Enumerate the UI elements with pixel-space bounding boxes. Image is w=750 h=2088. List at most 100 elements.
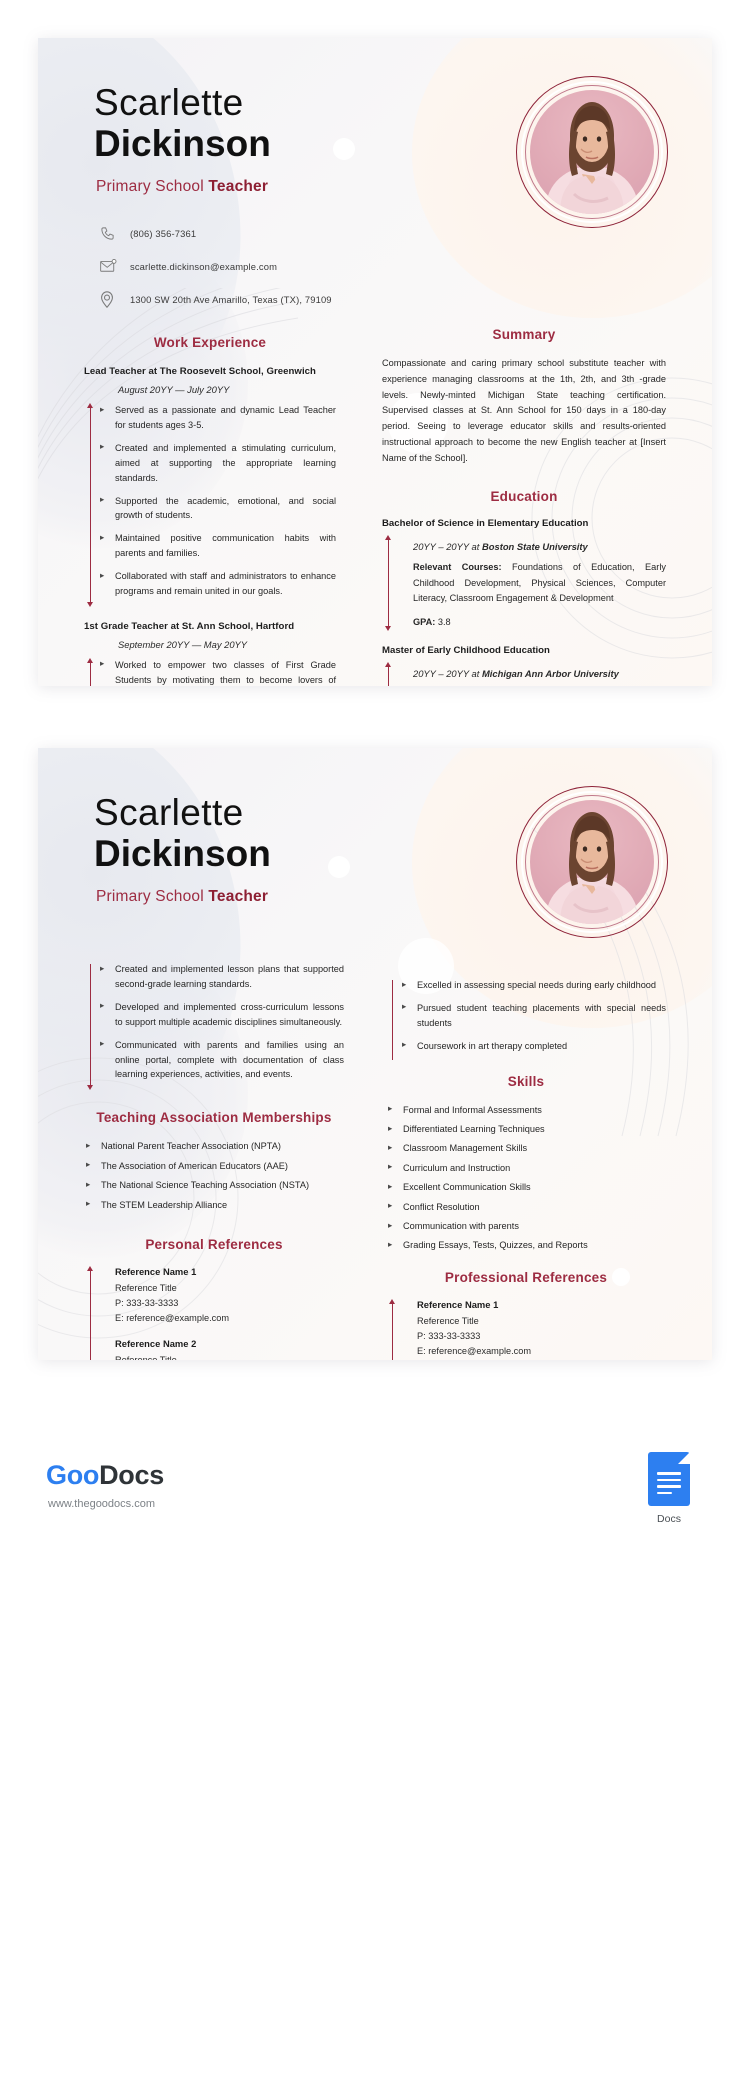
work-experience-column: Work Experience Lead Teacher at The Roos… xyxy=(38,321,344,686)
site-footer: GooDocs www.thegoodocs.com Docs xyxy=(0,1400,750,2088)
avatar-photo xyxy=(530,800,654,924)
education-degree: Bachelor of Science in Elementary Educat… xyxy=(382,517,589,529)
page2-left-column: Created and implemented lesson plans tha… xyxy=(38,962,358,1360)
timeline-bar xyxy=(84,657,98,686)
avatar xyxy=(516,76,668,228)
list-item: The STEM Leadership Alliance xyxy=(84,1197,344,1213)
avatar-photo xyxy=(530,90,654,214)
docs-file-icon xyxy=(648,1452,690,1506)
google-docs-badge[interactable]: Docs xyxy=(648,1452,690,1525)
job-timeline: Served as a passionate and dynamic Lead … xyxy=(84,403,336,607)
timeline-bar xyxy=(84,962,98,1091)
page2-right-column: Excelled in assessing special needs duri… xyxy=(358,962,712,1360)
role-emphasis: Teacher xyxy=(208,888,269,905)
education-entry: Master of Early Childhood Education 20YY… xyxy=(382,645,666,686)
list-item: Classroom Management Skills xyxy=(386,1141,666,1156)
list-item: Maintained positive communication habits… xyxy=(98,531,336,561)
gpa-value: 3.8 xyxy=(435,617,451,628)
education-date: 20YY – 20YY at Boston State University xyxy=(413,541,666,552)
phone-value[interactable]: (806) 356-7361 xyxy=(130,228,196,239)
list-item: Excellent Communication Skills xyxy=(386,1180,666,1195)
continued-bullets: Created and implemented lesson plans tha… xyxy=(98,962,344,1090)
summary-text: Compassionate and caring primary school … xyxy=(382,358,666,463)
education-date: 20YY – 20YY at Michigan Ann Arbor Univer… xyxy=(413,668,619,679)
list-item: Supported the academic, emotional, and s… xyxy=(98,493,336,524)
job-date: September 20YY — May 20YY xyxy=(118,638,248,650)
list-item: Grading Essays, Tests, Quizzes, and Repo… xyxy=(386,1238,666,1253)
timeline-line xyxy=(90,1267,91,1360)
list-item: Coursework in art therapy completed xyxy=(400,1038,666,1054)
section-heading-skills: Skills xyxy=(507,1073,545,1089)
summary-education-column: Summary Compassionate and caring primary… xyxy=(344,321,712,686)
reference-title: Reference Title xyxy=(115,1354,177,1360)
list-item: Communicated with parents and families u… xyxy=(98,1037,344,1083)
logo-part-docs: Docs xyxy=(99,1460,164,1490)
page1-columns: Work Experience Lead Teacher at The Roos… xyxy=(38,321,712,686)
reference-entry: Reference Name 1 Reference Title P: 333-… xyxy=(417,1299,531,1359)
reference-name: Reference Name 2 xyxy=(115,1337,197,1349)
job-bullets: Served as a passionate and dynamic Lead … xyxy=(98,403,336,607)
section-heading-memberships: Teaching Association Memberships xyxy=(96,1110,332,1126)
resume-header-2: Scarlette Dickinson Primary School Teach… xyxy=(38,748,712,938)
phone-icon xyxy=(100,222,130,244)
resume-page-2: Scarlette Dickinson Primary School Teach… xyxy=(38,748,712,1360)
section-heading-summary: Summary xyxy=(492,327,556,342)
job-title: 1st Grade Teacher at St. Ann School, Har… xyxy=(84,620,295,632)
list-item: Differentiated Learning Techniques xyxy=(386,1122,666,1137)
timeline-bar xyxy=(84,403,98,607)
list-item: Developed and implemented cross-curricul… xyxy=(98,999,344,1030)
list-item: Created and implemented a stimulating cu… xyxy=(98,440,336,486)
education-degree: Master of Early Childhood Education xyxy=(382,645,550,657)
timeline-line xyxy=(388,536,389,630)
email-value[interactable]: scarlette.dickinson@example.com xyxy=(130,261,277,272)
section-heading-professional-references: Professional References xyxy=(444,1269,608,1285)
list-item: Conflict Resolution xyxy=(386,1199,666,1215)
address-value[interactable]: 1300 SW 20th Ave Amarillo, Texas (TX), 7… xyxy=(130,294,332,305)
education-school: Boston State University xyxy=(481,540,588,552)
timeline-line xyxy=(90,964,91,1089)
site-url[interactable]: www.thegoodocs.com xyxy=(48,1498,155,1510)
contact-row-email: scarlette.dickinson@example.com xyxy=(100,255,712,277)
timeline-bar xyxy=(84,1265,98,1360)
timeline-line xyxy=(90,659,91,686)
reference-entry: Reference Name 2 Reference Title P: 333-… xyxy=(115,1338,229,1360)
list-item: Communication with parents xyxy=(386,1219,666,1234)
reference-title: Reference Title xyxy=(115,1282,177,1293)
timeline-line xyxy=(392,980,393,1060)
list-item: Excelled in assessing special needs duri… xyxy=(400,978,666,993)
education-timeline: 20YY – 20YY at Boston State University R… xyxy=(382,534,666,632)
timeline-arrow-bottom xyxy=(87,601,93,607)
email-icon xyxy=(100,255,130,277)
timeline-arrow-bottom xyxy=(87,1085,93,1091)
job-date: August 20YY — July 20YY xyxy=(118,384,230,395)
personal-references-timeline: Reference Name 1 Reference Title P: 333-… xyxy=(84,1265,344,1360)
education-courses: Relevant Courses: Foundations of Educati… xyxy=(413,560,666,607)
role-prefix: Primary School xyxy=(96,178,209,195)
gpa-label: GPA: xyxy=(413,617,436,628)
contact-row-address: 1300 SW 20th Ave Amarillo, Texas (TX), 7… xyxy=(100,288,712,310)
continued-right-bullets-timeline: Excelled in assessing special needs duri… xyxy=(386,978,666,1062)
list-item: Collaborated with staff and administrato… xyxy=(98,569,336,599)
list-item: National Parent Teacher Association (NPT… xyxy=(84,1139,344,1154)
memberships-list: National Parent Teacher Association (NPT… xyxy=(84,1139,344,1212)
continued-right-bullets: Excelled in assessing special needs duri… xyxy=(400,978,666,1062)
job-entry: Lead Teacher at The Roosevelt School, Gr… xyxy=(84,366,336,607)
list-item: Served as a passionate and dynamic Lead … xyxy=(98,403,336,433)
reference-name: Reference Name 1 xyxy=(417,1298,499,1310)
section-heading-work-experience: Work Experience xyxy=(153,335,267,350)
timeline-arrow-bottom xyxy=(385,626,391,632)
timeline-line xyxy=(388,664,389,686)
education-date-range: 20YY – 20YY at xyxy=(413,668,482,680)
timeline-bar xyxy=(386,978,400,1062)
goodocs-logo[interactable]: GooDocs xyxy=(46,1460,164,1491)
job-bullets: Worked to empower two classes of First G… xyxy=(98,657,336,686)
section-heading-personal-references: Personal References xyxy=(145,1236,283,1252)
timeline-bar xyxy=(382,662,396,686)
list-item: Pursued student teaching placements with… xyxy=(400,1000,666,1031)
timeline-line xyxy=(90,405,91,605)
education-gpa: GPA: 3.8 xyxy=(413,615,666,631)
logo-part-goo: Goo xyxy=(46,1460,100,1490)
timeline-line xyxy=(392,1300,393,1360)
timeline-bar xyxy=(382,534,396,632)
resume-page-1: Scarlette Dickinson Primary School Teach… xyxy=(38,38,712,686)
